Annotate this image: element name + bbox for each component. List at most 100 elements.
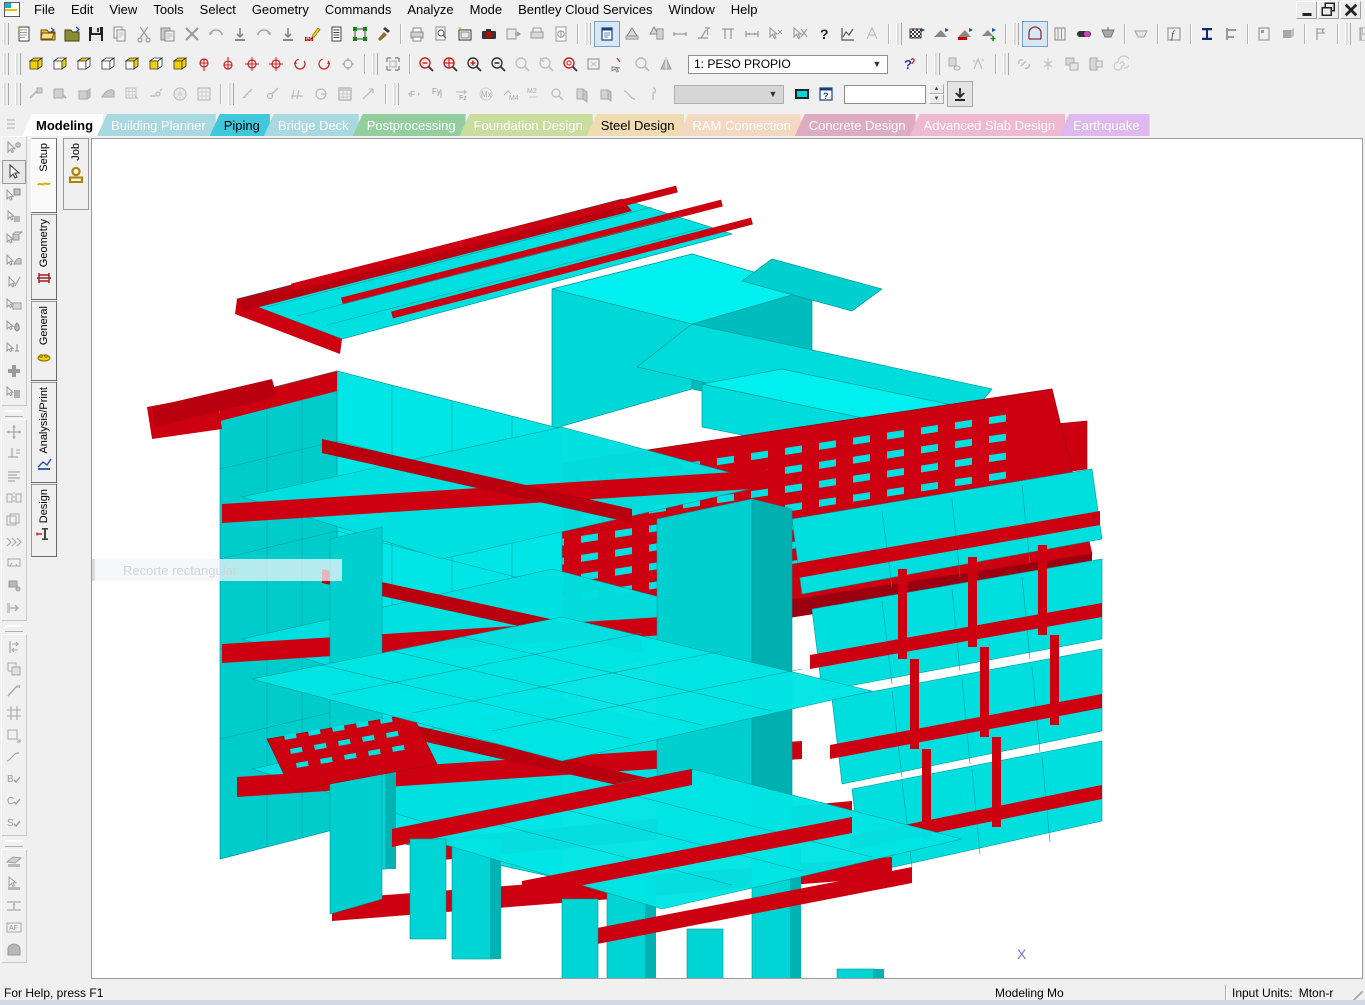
tab-earthquake[interactable]: Earthquake: [1059, 114, 1150, 136]
print-icon[interactable]: [405, 22, 429, 46]
pan-icon[interactable]: [582, 52, 606, 76]
copy-icon[interactable]: [108, 22, 132, 46]
render-section-icon[interactable]: [953, 22, 977, 46]
zoom-dynamic-icon[interactable]: [534, 52, 558, 76]
solid-mesh-icon[interactable]: [1129, 22, 1153, 46]
zoom-previous-icon[interactable]: [558, 52, 582, 76]
toolbar-grip[interactable]: [372, 53, 378, 75]
search-icon[interactable]: [630, 52, 654, 76]
toolbar-grip[interactable]: [3, 53, 9, 75]
dimension-cursor-icon[interactable]: [3, 294, 25, 316]
toolbar-grip[interactable]: [1345, 23, 1351, 45]
view-iso-7-icon[interactable]: [168, 52, 192, 76]
toolbar-grip[interactable]: [3, 83, 9, 105]
menu-help[interactable]: Help: [723, 1, 766, 18]
stair-icon[interactable]: [3, 553, 25, 575]
stepper-down-icon[interactable]: ▼: [929, 94, 944, 104]
take-picture-icon[interactable]: [453, 22, 477, 46]
menu-geometry[interactable]: Geometry: [244, 1, 317, 18]
scissor-pick-icon[interactable]: [788, 22, 812, 46]
close-button[interactable]: [1340, 1, 1361, 19]
support-cursor-icon[interactable]: [3, 338, 25, 360]
menu-select[interactable]: Select: [192, 1, 244, 18]
align-icon[interactable]: [3, 465, 25, 487]
view-iso-1-icon[interactable]: [24, 52, 48, 76]
tab-foundation-design[interactable]: Foundation Design: [459, 114, 593, 136]
export-icon[interactable]: [501, 22, 525, 46]
copy-layers-icon[interactable]: [3, 509, 25, 531]
page-section-icon[interactable]: [1252, 22, 1276, 46]
table-icon[interactable]: [333, 82, 357, 106]
toolbar-grip[interactable]: [15, 83, 21, 105]
toolbar-grip[interactable]: [15, 53, 21, 75]
diagonal-icon[interactable]: [357, 82, 381, 106]
fz-icon[interactable]: Fz: [450, 82, 474, 106]
center-line-icon[interactable]: [3, 895, 25, 917]
notes-icon[interactable]: [594, 21, 620, 47]
function-icon[interactable]: f: [1162, 22, 1186, 46]
grid-cursor-icon[interactable]: [120, 82, 144, 106]
node-distance-icon[interactable]: [668, 22, 692, 46]
restore-button[interactable]: [1318, 1, 1339, 19]
tab-steel-design[interactable]: Steel Design: [586, 114, 685, 136]
b-check-icon[interactable]: B: [3, 768, 25, 790]
zoom-in-icon[interactable]: [462, 52, 486, 76]
value-stepper[interactable]: ▲ ▼: [929, 84, 944, 104]
tab-postprocessing[interactable]: Postprocessing: [352, 114, 466, 136]
s-check-icon[interactable]: S: [3, 812, 25, 834]
geometry-cursor-icon[interactable]: [3, 272, 25, 294]
tab-bridge-deck[interactable]: Bridge Deck: [263, 114, 359, 136]
shape1-icon[interactable]: [570, 82, 594, 106]
surface-cursor-icon[interactable]: [3, 250, 25, 272]
menu-bentley-cloud-services[interactable]: Bentley Cloud Services: [510, 1, 660, 18]
save-as-icon[interactable]: [1354, 22, 1365, 46]
help-context-icon[interactable]: ?: [898, 52, 922, 76]
link-icon[interactable]: [1012, 52, 1036, 76]
beam-cursor-icon[interactable]: [24, 82, 48, 106]
deflection-icon[interactable]: [618, 82, 642, 106]
paste-icon[interactable]: [156, 22, 180, 46]
fit-window-icon[interactable]: [381, 52, 405, 76]
editor-icon[interactable]: ec: [300, 22, 324, 46]
menu-edit[interactable]: Edit: [63, 1, 101, 18]
rotate-right-icon[interactable]: [264, 52, 288, 76]
page-tab-general[interactable]: General: [31, 300, 57, 381]
c-check-icon[interactable]: C: [3, 790, 25, 812]
minimize-button[interactable]: [1296, 1, 1317, 19]
undo-icon[interactable]: [204, 22, 228, 46]
point-load-icon[interactable]: [261, 82, 285, 106]
shade-icon[interactable]: [654, 52, 678, 76]
mx-icon[interactable]: Mx: [474, 82, 498, 106]
fx-icon[interactable]: F: [402, 82, 426, 106]
tab-building-planner[interactable]: Building Planner: [97, 114, 216, 136]
mode-select[interactable]: ▼: [674, 84, 784, 104]
span-icon[interactable]: [740, 22, 764, 46]
zoom-minus-icon[interactable]: [486, 52, 510, 76]
columns-icon[interactable]: [1048, 22, 1072, 46]
toolbar-grip[interactable]: [5, 625, 23, 632]
add-node-icon[interactable]: [3, 360, 25, 382]
pick-icon[interactable]: [764, 22, 788, 46]
symmetry-icon[interactable]: [943, 52, 967, 76]
print-preview-icon[interactable]: [429, 22, 453, 46]
toolbar-grip[interactable]: [896, 23, 902, 45]
circle-mesh-icon[interactable]: [168, 82, 192, 106]
delete-icon[interactable]: [180, 22, 204, 46]
shade-surface-icon[interactable]: [3, 851, 25, 873]
redo-icon[interactable]: [252, 22, 276, 46]
apply-button[interactable]: [947, 81, 973, 107]
fy-icon[interactable]: Fy: [426, 82, 450, 106]
job-tab[interactable]: Job: [63, 138, 89, 210]
mz-icon[interactable]: M2: [522, 82, 546, 106]
menu-analyze[interactable]: Analyze: [399, 1, 461, 18]
page-info-icon[interactable]: [549, 22, 573, 46]
view-iso-4-icon[interactable]: [96, 52, 120, 76]
toolbar-grip[interactable]: [393, 83, 399, 105]
stepper-up-icon[interactable]: ▲: [929, 84, 944, 94]
menu-file[interactable]: File: [26, 1, 63, 18]
grid-frame-icon[interactable]: [3, 702, 25, 724]
help-question-icon[interactable]: ?: [812, 22, 836, 46]
solid-block-icon[interactable]: [3, 939, 25, 961]
monitor-icon[interactable]: [790, 82, 814, 106]
member-release-icon[interactable]: [285, 82, 309, 106]
